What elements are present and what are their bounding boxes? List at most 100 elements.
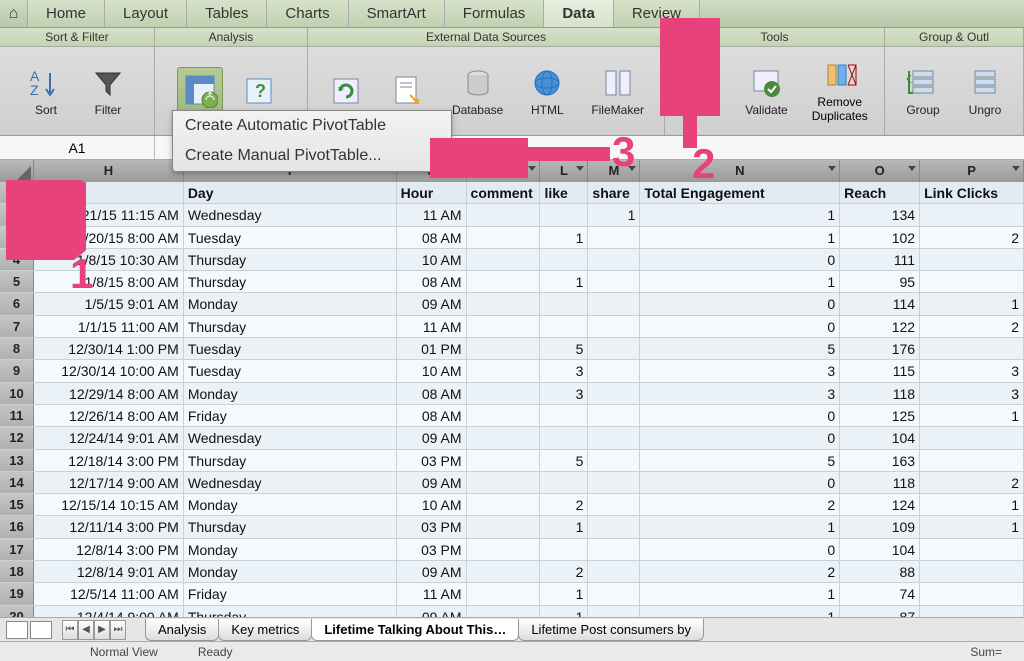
cell[interactable]: 08 AM [397,383,467,404]
row-header[interactable]: 12 [0,427,34,448]
cell[interactable]: Tuesday [184,227,397,248]
cell[interactable] [920,561,1024,582]
cell[interactable]: 09 AM [397,561,467,582]
cell[interactable]: 0 [640,539,840,560]
cell[interactable] [920,450,1024,471]
page-layout-view-button[interactable] [30,621,52,639]
cell[interactable]: 2 [640,561,840,582]
cell[interactable]: 104 [840,427,920,448]
html-button[interactable]: HTML [521,63,573,119]
cell[interactable]: 12/26/14 8:00 AM [34,405,184,426]
cell[interactable]: 125 [840,405,920,426]
cell[interactable]: 11 AM [397,204,467,225]
remove-duplicates-button[interactable]: RemoveDuplicates [806,57,874,125]
cell[interactable]: 12/5/14 11:00 AM [34,583,184,604]
header-cell[interactable]: comment [467,182,541,203]
row-header[interactable]: 19 [0,583,34,604]
cell[interactable]: Monday [184,561,397,582]
cell[interactable]: 114 [840,293,920,314]
cell[interactable]: 5 [640,450,840,471]
cell[interactable]: 109 [840,516,920,537]
cell[interactable]: 5 [640,338,840,359]
cell[interactable] [588,516,640,537]
cell[interactable]: 3 [540,360,588,381]
home-icon[interactable]: ⌂ [0,0,28,27]
cell[interactable] [540,472,588,493]
cell[interactable]: 118 [840,472,920,493]
sheet-nav-next[interactable]: ▶ [94,620,110,640]
row-header[interactable]: 7 [0,316,34,337]
header-cell[interactable]: Day [184,182,397,203]
cell[interactable]: Thursday [184,271,397,292]
cell[interactable]: 09 AM [397,472,467,493]
cell[interactable] [540,405,588,426]
row-header[interactable]: 15 [0,494,34,515]
sheet-tab-lifetime-talking[interactable]: Lifetime Talking About This… [311,619,519,641]
cell[interactable] [467,316,541,337]
cell[interactable] [467,227,541,248]
cell[interactable] [540,249,588,270]
cell[interactable] [588,227,640,248]
cell[interactable]: 1 [640,204,840,225]
sheet-tab-analysis[interactable]: Analysis [145,619,219,641]
cell[interactable]: 2 [920,472,1024,493]
cell[interactable] [467,271,541,292]
cell[interactable]: 3 [920,383,1024,404]
cell[interactable] [467,494,541,515]
whatif-button[interactable]: ? [233,71,285,111]
cell[interactable]: 122 [840,316,920,337]
cell[interactable]: 12/15/14 10:15 AM [34,494,184,515]
cell[interactable]: 12/18/14 3:00 PM [34,450,184,471]
cell[interactable] [588,405,640,426]
cell[interactable]: 2 [540,494,588,515]
cell[interactable]: 1 [640,583,840,604]
header-cell[interactable]: Reach [840,182,920,203]
cell[interactable] [920,271,1024,292]
cell[interactable] [467,539,541,560]
tab-home[interactable]: Home [28,0,105,27]
cell[interactable] [588,450,640,471]
row-header[interactable]: 6 [0,293,34,314]
cell[interactable]: 115 [840,360,920,381]
cell[interactable]: 3 [540,383,588,404]
cell[interactable]: Thursday [184,249,397,270]
cell[interactable] [588,338,640,359]
cell[interactable]: Wednesday [184,204,397,225]
cell[interactable] [920,249,1024,270]
cell[interactable]: 2 [920,316,1024,337]
cell[interactable] [467,450,541,471]
ungroup-button[interactable]: Ungro [959,63,1011,119]
sheet-tab-keymetrics[interactable]: Key metrics [218,619,312,641]
sort-button[interactable]: AZ Sort [20,63,72,119]
cell[interactable]: 1 [540,271,588,292]
sheet-nav-first[interactable]: ⏮ [62,620,78,640]
cell[interactable] [540,204,588,225]
row-header[interactable]: 13 [0,450,34,471]
header-cell[interactable]: Link Clicks [920,182,1024,203]
cell[interactable]: 176 [840,338,920,359]
tab-charts[interactable]: Charts [267,0,348,27]
cell[interactable]: 10 AM [397,494,467,515]
cell[interactable]: 12/29/14 8:00 AM [34,383,184,404]
cell[interactable]: 10 AM [397,249,467,270]
cell[interactable]: 118 [840,383,920,404]
cell[interactable]: 12/24/14 9:01 AM [34,427,184,448]
cell[interactable]: Friday [184,583,397,604]
cell[interactable]: 3 [640,360,840,381]
validate-button[interactable]: Validate [737,63,795,119]
cell[interactable]: 12/8/14 3:00 PM [34,539,184,560]
cell[interactable]: 1/8/15 8:00 AM [34,271,184,292]
cell[interactable]: 0 [640,293,840,314]
cell[interactable] [467,249,541,270]
cell[interactable]: 111 [840,249,920,270]
cell[interactable]: Monday [184,293,397,314]
cell[interactable]: Monday [184,383,397,404]
pivottable-button[interactable] [177,67,223,116]
cell[interactable] [467,472,541,493]
row-header[interactable]: 16 [0,516,34,537]
cell[interactable]: Thursday [184,516,397,537]
cell[interactable]: 2 [540,561,588,582]
cell[interactable] [467,583,541,604]
cell[interactable] [467,204,541,225]
sheet-nav-last[interactable]: ⏭ [110,620,126,640]
